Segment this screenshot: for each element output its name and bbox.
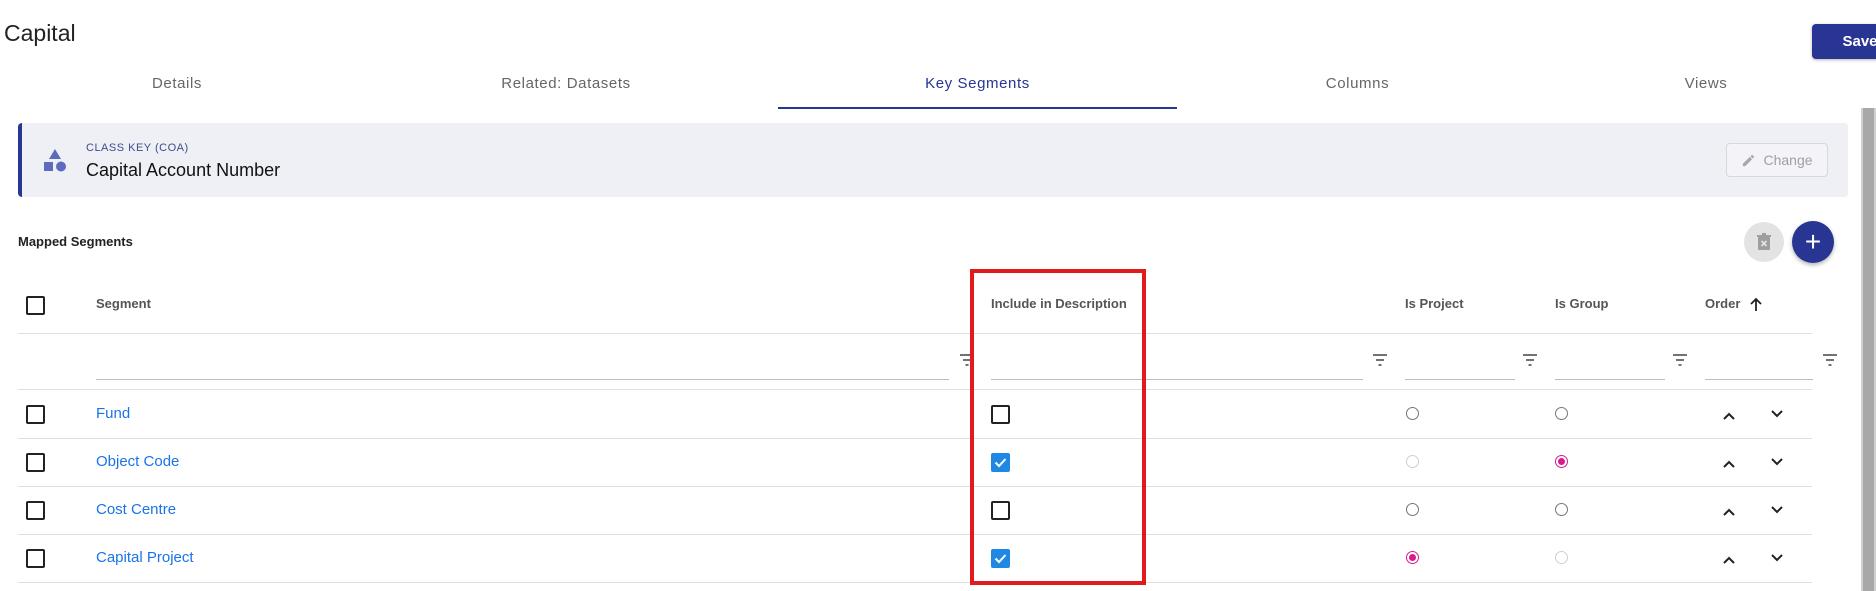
filter-is-project-input[interactable] [1405,379,1515,380]
row-select-checkbox[interactable] [26,501,45,520]
is-group-radio[interactable] [1555,455,1568,468]
delete-button[interactable] [1744,222,1784,262]
filter-is-group-input[interactable] [1555,379,1665,380]
column-header-is-group[interactable]: Is Group [1555,296,1608,311]
tab-views[interactable]: Views [1538,74,1874,110]
select-all-checkbox[interactable] [26,296,45,315]
is-group-radio[interactable] [1555,407,1568,420]
move-down-icon[interactable] [1770,553,1784,563]
move-up-icon[interactable] [1722,507,1736,517]
filter-icon[interactable] [960,354,974,366]
tab-columns[interactable]: Columns [1177,74,1538,110]
filter-include-input[interactable] [991,379,1363,380]
delete-icon [1757,233,1771,250]
is-project-radio [1406,455,1419,468]
check-icon [994,458,1007,468]
include-in-description-checkbox[interactable] [991,501,1010,520]
filter-icon[interactable] [1523,354,1537,366]
move-up-icon[interactable] [1722,459,1736,469]
page-title: Capital [4,20,76,46]
move-down-icon[interactable] [1770,457,1784,467]
row-select-checkbox[interactable] [26,453,45,472]
is-project-radio[interactable] [1406,551,1419,564]
tab-related-datasets[interactable]: Related: Datasets [354,74,778,110]
is-project-radio[interactable] [1406,503,1419,516]
filter-order-input[interactable] [1705,379,1813,380]
column-header-segment[interactable]: Segment [96,296,151,311]
move-down-icon[interactable] [1770,409,1784,419]
segment-link[interactable]: Object Code [96,453,179,470]
move-up-icon[interactable] [1722,555,1736,565]
row-select-checkbox[interactable] [26,549,45,568]
filter-divider [18,389,1812,390]
segment-link[interactable]: Fund [96,405,130,422]
move-up-icon[interactable] [1722,411,1736,421]
header-divider [18,333,1812,334]
sort-ascending-icon[interactable] [1749,297,1763,312]
pencil-icon [1743,154,1755,166]
include-in-description-checkbox[interactable] [991,549,1010,568]
row-divider [18,486,1812,487]
save-button[interactable]: Save [1812,24,1876,59]
tab-details[interactable]: Details [0,74,354,110]
class-key-value: Capital Account Number [86,160,281,180]
active-tab-indicator [778,107,1177,109]
check-icon [994,554,1007,564]
segment-link[interactable]: Capital Project [96,549,194,566]
is-group-radio[interactable] [1555,503,1568,516]
scrollbar-thumb[interactable] [1863,108,1874,591]
section-title: Mapped Segments [18,234,133,249]
is-project-radio[interactable] [1406,407,1419,420]
include-in-description-checkbox[interactable] [991,405,1010,424]
column-header-order[interactable]: Order [1705,296,1740,311]
plus-icon: + [1804,226,1822,257]
filter-icon[interactable] [1673,354,1687,366]
move-down-icon[interactable] [1770,505,1784,515]
filter-segment-input[interactable] [96,379,949,380]
highlight-box [970,269,1146,585]
filter-icon[interactable] [1823,354,1837,366]
tab-key-segments[interactable]: Key Segments [778,74,1177,110]
row-divider [18,582,1812,583]
segment-link[interactable]: Cost Centre [96,501,176,518]
add-button[interactable]: + [1792,221,1834,263]
row-divider [18,534,1812,535]
is-group-radio [1555,551,1568,564]
column-header-include[interactable]: Include in Description [991,296,1127,311]
filter-icon[interactable] [1373,354,1387,366]
class-key-label: CLASS KEY (COA) [86,142,189,154]
change-button-label: Change [1763,152,1813,168]
include-in-description-checkbox[interactable] [991,453,1010,472]
row-select-checkbox[interactable] [26,405,45,424]
row-divider [18,438,1812,439]
column-header-is-project[interactable]: Is Project [1405,296,1464,311]
shapes-icon [44,149,66,172]
change-button[interactable]: Change [1726,143,1828,177]
class-key-card [18,123,1848,197]
